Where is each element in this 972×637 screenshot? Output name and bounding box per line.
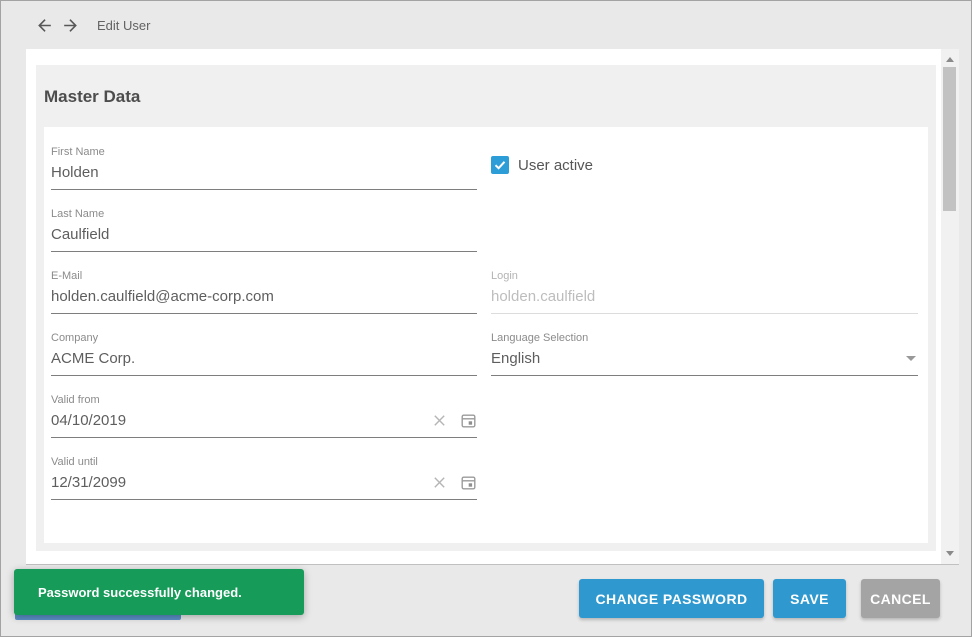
- valid-until-field[interactable]: Valid until 12/31/2099: [51, 451, 477, 513]
- chevron-down-icon[interactable]: [906, 356, 916, 361]
- first-name-field[interactable]: First Name Holden: [51, 141, 477, 203]
- calendar-icon[interactable]: [460, 474, 477, 491]
- section-title: Master Data: [44, 87, 140, 107]
- toast-message: Password successfully changed.: [38, 585, 242, 600]
- master-data-section: Master Data First Name Holden User activ…: [36, 65, 936, 551]
- calendar-icon[interactable]: [460, 412, 477, 429]
- language-selection-field[interactable]: Language Selection English: [491, 327, 918, 389]
- last-name-field[interactable]: Last Name Caulfield: [51, 203, 477, 265]
- change-password-button[interactable]: CHANGE PASSWORD: [579, 579, 764, 618]
- top-navigation-bar: Edit User: [1, 1, 971, 49]
- scroll-down-icon[interactable]: [946, 551, 954, 556]
- clear-icon[interactable]: [432, 413, 447, 428]
- company-input[interactable]: ACME Corp.: [51, 350, 477, 367]
- first-name-input[interactable]: Holden: [51, 164, 477, 181]
- check-icon: [493, 158, 507, 172]
- language-selection-label: Language Selection: [491, 332, 918, 346]
- user-active-cell: User active: [491, 141, 918, 203]
- empty-cell: [491, 451, 918, 513]
- email-field[interactable]: E-Mail holden.caulfield@acme-corp.com: [51, 265, 477, 327]
- content-card: Master Data First Name Holden User activ…: [26, 49, 959, 565]
- valid-until-input[interactable]: 12/31/2099: [51, 474, 432, 491]
- empty-cell: [491, 389, 918, 451]
- scrollbar-thumb[interactable]: [943, 67, 956, 211]
- login-input: holden.caulfield: [491, 288, 918, 305]
- back-arrow-icon[interactable]: [35, 16, 54, 35]
- company-label: Company: [51, 332, 477, 346]
- save-button[interactable]: SAVE: [773, 579, 846, 618]
- email-label: E-Mail: [51, 270, 477, 284]
- footer-action-buttons: CHANGE PASSWORD SAVE CANCEL: [579, 579, 940, 618]
- valid-until-label: Valid until: [51, 456, 477, 470]
- login-field: Login holden.caulfield: [491, 265, 918, 327]
- scroll-up-icon[interactable]: [946, 57, 954, 62]
- user-form-panel: First Name Holden User active Last: [44, 127, 928, 543]
- empty-cell: [491, 203, 918, 265]
- email-input[interactable]: holden.caulfield@acme-corp.com: [51, 288, 477, 305]
- vertical-scrollbar[interactable]: [941, 49, 959, 564]
- last-name-label: Last Name: [51, 208, 477, 222]
- user-active-checkbox-row[interactable]: User active: [491, 156, 918, 174]
- login-label: Login: [491, 270, 918, 284]
- forward-arrow-icon[interactable]: [61, 16, 80, 35]
- cancel-button[interactable]: CANCEL: [861, 579, 940, 618]
- language-selection-value[interactable]: English: [491, 350, 906, 367]
- last-name-input[interactable]: Caulfield: [51, 226, 477, 243]
- page-title: Edit User: [97, 18, 150, 33]
- valid-from-input[interactable]: 04/10/2019: [51, 412, 432, 429]
- user-active-checkbox[interactable]: [491, 156, 509, 174]
- success-toast: Password successfully changed.: [14, 569, 304, 615]
- user-active-label: User active: [518, 157, 593, 174]
- first-name-label: First Name: [51, 146, 477, 160]
- valid-from-label: Valid from: [51, 394, 477, 408]
- company-field[interactable]: Company ACME Corp.: [51, 327, 477, 389]
- clear-icon[interactable]: [432, 475, 447, 490]
- valid-from-field[interactable]: Valid from 04/10/2019: [51, 389, 477, 451]
